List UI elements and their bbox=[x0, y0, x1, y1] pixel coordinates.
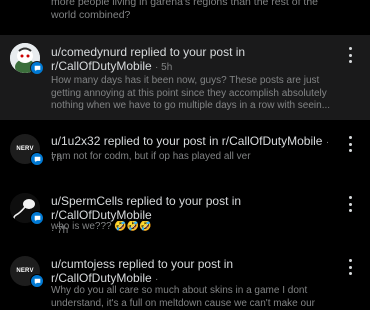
notification-body: who is we??? 🤣🤣🤣 bbox=[51, 221, 152, 232]
notification-item[interactable]: NERV u/cumtojess replied to your post in… bbox=[0, 250, 370, 309]
notification-title: u/cumtojess replied to your post in r/Ca… bbox=[51, 257, 234, 285]
notification-age: · 5h bbox=[155, 62, 173, 73]
comment-badge-icon bbox=[30, 211, 44, 225]
notification-item[interactable]: u/comedynurd replied to your post in r/C… bbox=[0, 35, 370, 120]
more-options-icon[interactable] bbox=[345, 259, 355, 275]
notification-age: · bbox=[155, 274, 159, 285]
notification-body: How many days has it been now, guys? The… bbox=[51, 75, 331, 111]
comment-badge-icon bbox=[30, 152, 44, 166]
notification-item[interactable]: u/SpermCells replied to your post in r/C… bbox=[0, 185, 370, 245]
avatar-text: NERV bbox=[16, 268, 34, 274]
notification-title: u/comedynurd replied to your post in r/C… bbox=[51, 45, 246, 73]
comment-badge-icon bbox=[30, 61, 44, 75]
more-options-icon[interactable] bbox=[345, 47, 355, 63]
more-options-icon[interactable] bbox=[345, 196, 355, 212]
previous-notification-body-fragment: more people living in garena's regions t… bbox=[51, 0, 319, 21]
notification-item[interactable]: NERV u/1u2x32 replied to your post in r/… bbox=[0, 122, 370, 180]
notification-body: I am not for codm, but if op has played … bbox=[51, 151, 251, 162]
more-options-icon[interactable] bbox=[345, 136, 355, 152]
comment-badge-icon bbox=[30, 274, 44, 288]
notification-body: Why do you all care so much about skins … bbox=[51, 285, 315, 309]
avatar-text: NERV bbox=[16, 146, 34, 152]
